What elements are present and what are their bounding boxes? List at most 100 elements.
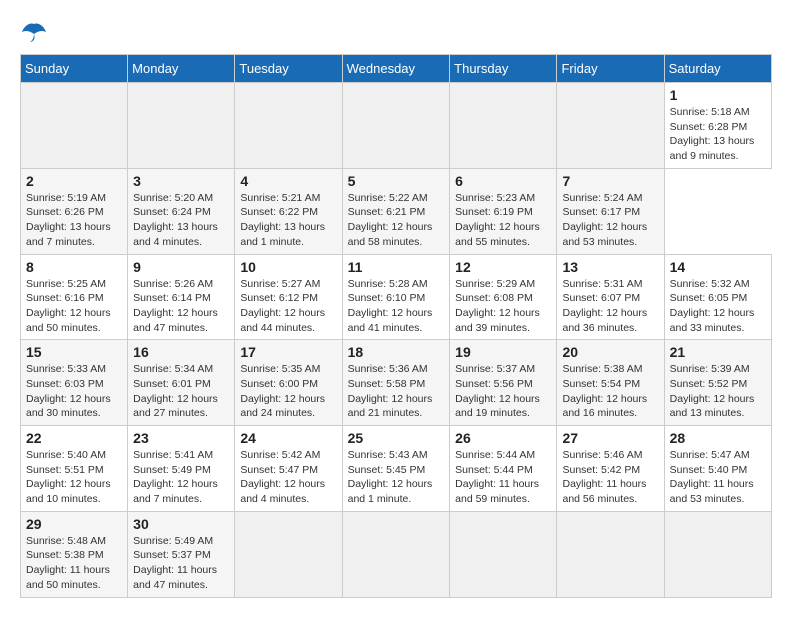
day-info: Sunrise: 5:34 AMSunset: 6:01 PMDaylight:… [133,363,218,419]
day-number: 26 [455,430,551,446]
header-saturday: Saturday [664,55,771,83]
day-info: Sunrise: 5:36 AMSunset: 5:58 PMDaylight:… [348,363,433,419]
day-number: 13 [562,259,658,275]
logo-icon [20,20,48,44]
day-number: 9 [133,259,229,275]
calendar-cell: 24 Sunrise: 5:42 AMSunset: 5:47 PMDaylig… [235,426,342,512]
day-number: 22 [26,430,122,446]
day-info: Sunrise: 5:20 AMSunset: 6:24 PMDaylight:… [133,192,218,248]
header-friday: Friday [557,55,664,83]
calendar-cell: 17 Sunrise: 5:35 AMSunset: 6:00 PMDaylig… [235,340,342,426]
day-info: Sunrise: 5:35 AMSunset: 6:00 PMDaylight:… [240,363,325,419]
day-number: 30 [133,516,229,532]
calendar-cell: 10 Sunrise: 5:27 AMSunset: 6:12 PMDaylig… [235,254,342,340]
calendar-week-2: 2 Sunrise: 5:19 AMSunset: 6:26 PMDayligh… [21,168,772,254]
day-info: Sunrise: 5:31 AMSunset: 6:07 PMDaylight:… [562,278,647,334]
header-thursday: Thursday [450,55,557,83]
header-monday: Monday [128,55,235,83]
day-info: Sunrise: 5:23 AMSunset: 6:19 PMDaylight:… [455,192,540,248]
header-tuesday: Tuesday [235,55,342,83]
calendar-cell: 1 Sunrise: 5:18 AMSunset: 6:28 PMDayligh… [664,83,771,169]
calendar-cell: 8 Sunrise: 5:25 AMSunset: 6:16 PMDayligh… [21,254,128,340]
day-info: Sunrise: 5:22 AMSunset: 6:21 PMDaylight:… [348,192,433,248]
day-number: 6 [455,173,551,189]
day-info: Sunrise: 5:38 AMSunset: 5:54 PMDaylight:… [562,363,647,419]
day-info: Sunrise: 5:48 AMSunset: 5:38 PMDaylight:… [26,535,110,591]
calendar-cell: 2 Sunrise: 5:19 AMSunset: 6:26 PMDayligh… [21,168,128,254]
day-number: 23 [133,430,229,446]
calendar-cell: 25 Sunrise: 5:43 AMSunset: 5:45 PMDaylig… [342,426,450,512]
calendar-cell [235,83,342,169]
day-info: Sunrise: 5:42 AMSunset: 5:47 PMDaylight:… [240,449,325,505]
logo [20,20,52,44]
calendar-header-row: SundayMondayTuesdayWednesdayThursdayFrid… [21,55,772,83]
calendar-cell [450,83,557,169]
day-info: Sunrise: 5:19 AMSunset: 6:26 PMDaylight:… [26,192,111,248]
calendar-cell [342,83,450,169]
day-number: 19 [455,344,551,360]
day-number: 14 [670,259,766,275]
calendar-cell [235,511,342,597]
day-info: Sunrise: 5:41 AMSunset: 5:49 PMDaylight:… [133,449,218,505]
day-number: 28 [670,430,766,446]
day-number: 25 [348,430,445,446]
calendar-cell [450,511,557,597]
day-number: 21 [670,344,766,360]
day-info: Sunrise: 5:44 AMSunset: 5:44 PMDaylight:… [455,449,539,505]
calendar-cell: 6 Sunrise: 5:23 AMSunset: 6:19 PMDayligh… [450,168,557,254]
calendar-cell: 22 Sunrise: 5:40 AMSunset: 5:51 PMDaylig… [21,426,128,512]
calendar-cell: 19 Sunrise: 5:37 AMSunset: 5:56 PMDaylig… [450,340,557,426]
day-info: Sunrise: 5:33 AMSunset: 6:03 PMDaylight:… [26,363,111,419]
day-info: Sunrise: 5:18 AMSunset: 6:28 PMDaylight:… [670,106,755,162]
calendar-cell [557,511,664,597]
day-number: 7 [562,173,658,189]
calendar-cell: 28 Sunrise: 5:47 AMSunset: 5:40 PMDaylig… [664,426,771,512]
day-info: Sunrise: 5:29 AMSunset: 6:08 PMDaylight:… [455,278,540,334]
calendar-cell: 29 Sunrise: 5:48 AMSunset: 5:38 PMDaylig… [21,511,128,597]
header-sunday: Sunday [21,55,128,83]
calendar-cell [128,83,235,169]
calendar-week-1: 1 Sunrise: 5:18 AMSunset: 6:28 PMDayligh… [21,83,772,169]
day-number: 15 [26,344,122,360]
calendar-week-6: 29 Sunrise: 5:48 AMSunset: 5:38 PMDaylig… [21,511,772,597]
calendar-cell: 14 Sunrise: 5:32 AMSunset: 6:05 PMDaylig… [664,254,771,340]
calendar-cell: 9 Sunrise: 5:26 AMSunset: 6:14 PMDayligh… [128,254,235,340]
day-number: 18 [348,344,445,360]
day-info: Sunrise: 5:27 AMSunset: 6:12 PMDaylight:… [240,278,325,334]
calendar-cell: 30 Sunrise: 5:49 AMSunset: 5:37 PMDaylig… [128,511,235,597]
day-number: 4 [240,173,336,189]
day-info: Sunrise: 5:32 AMSunset: 6:05 PMDaylight:… [670,278,755,334]
calendar-week-3: 8 Sunrise: 5:25 AMSunset: 6:16 PMDayligh… [21,254,772,340]
day-info: Sunrise: 5:28 AMSunset: 6:10 PMDaylight:… [348,278,433,334]
page-header [20,20,772,44]
calendar-cell: 5 Sunrise: 5:22 AMSunset: 6:21 PMDayligh… [342,168,450,254]
day-number: 3 [133,173,229,189]
calendar-cell: 23 Sunrise: 5:41 AMSunset: 5:49 PMDaylig… [128,426,235,512]
day-info: Sunrise: 5:49 AMSunset: 5:37 PMDaylight:… [133,535,217,591]
day-number: 11 [348,259,445,275]
day-number: 12 [455,259,551,275]
calendar-cell: 13 Sunrise: 5:31 AMSunset: 6:07 PMDaylig… [557,254,664,340]
header-wednesday: Wednesday [342,55,450,83]
day-info: Sunrise: 5:24 AMSunset: 6:17 PMDaylight:… [562,192,647,248]
day-number: 20 [562,344,658,360]
day-info: Sunrise: 5:37 AMSunset: 5:56 PMDaylight:… [455,363,540,419]
calendar-cell: 15 Sunrise: 5:33 AMSunset: 6:03 PMDaylig… [21,340,128,426]
calendar-cell: 3 Sunrise: 5:20 AMSunset: 6:24 PMDayligh… [128,168,235,254]
calendar-cell: 21 Sunrise: 5:39 AMSunset: 5:52 PMDaylig… [664,340,771,426]
day-info: Sunrise: 5:40 AMSunset: 5:51 PMDaylight:… [26,449,111,505]
day-number: 8 [26,259,122,275]
day-info: Sunrise: 5:39 AMSunset: 5:52 PMDaylight:… [670,363,755,419]
calendar-cell: 11 Sunrise: 5:28 AMSunset: 6:10 PMDaylig… [342,254,450,340]
calendar-cell [21,83,128,169]
day-number: 29 [26,516,122,532]
day-info: Sunrise: 5:25 AMSunset: 6:16 PMDaylight:… [26,278,111,334]
calendar-cell [342,511,450,597]
day-number: 5 [348,173,445,189]
calendar-cell: 20 Sunrise: 5:38 AMSunset: 5:54 PMDaylig… [557,340,664,426]
calendar-table: SundayMondayTuesdayWednesdayThursdayFrid… [20,54,772,598]
calendar-week-4: 15 Sunrise: 5:33 AMSunset: 6:03 PMDaylig… [21,340,772,426]
day-info: Sunrise: 5:43 AMSunset: 5:45 PMDaylight:… [348,449,433,505]
calendar-week-5: 22 Sunrise: 5:40 AMSunset: 5:51 PMDaylig… [21,426,772,512]
day-number: 24 [240,430,336,446]
